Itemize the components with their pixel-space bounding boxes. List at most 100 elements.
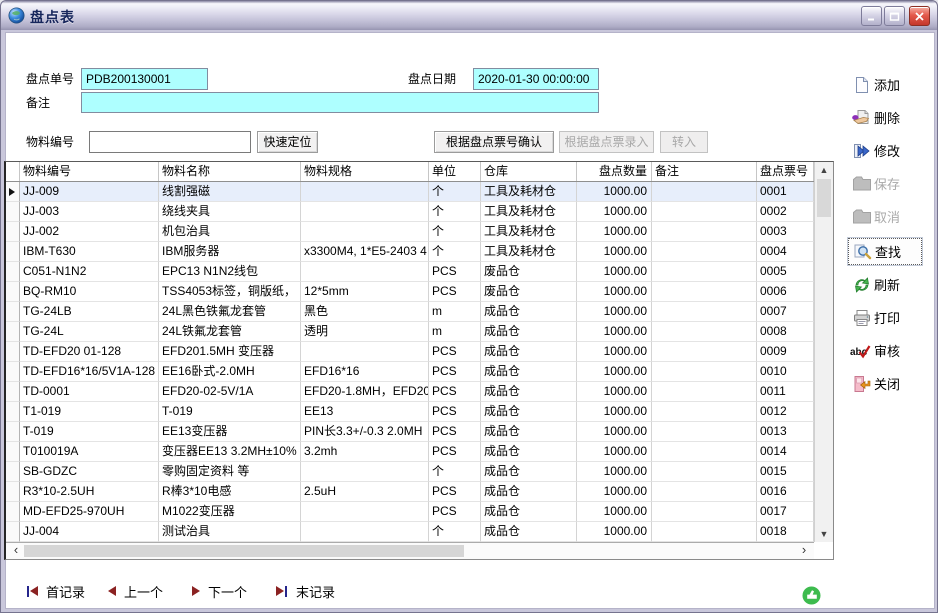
table-cell[interactable]: 1000.00 xyxy=(577,502,652,522)
table-cell[interactable]: EFD20-02-5V/1A xyxy=(159,382,301,402)
table-cell[interactable]: 1000.00 xyxy=(577,242,652,262)
column-header[interactable]: 备注 xyxy=(652,162,757,181)
table-cell[interactable]: 变压器EE13 3.2MH±10% xyxy=(159,442,301,462)
table-cell[interactable] xyxy=(652,182,757,202)
table-row[interactable]: T-019EE13变压器PIN长3.3+/-0.3 2.0MHPCS成品仓100… xyxy=(6,422,833,442)
sidebar-button-print[interactable]: 打印 xyxy=(850,304,924,331)
table-cell[interactable]: 1000.00 xyxy=(577,382,652,402)
table-cell[interactable]: T1-019 xyxy=(20,402,159,422)
table-cell[interactable] xyxy=(652,402,757,422)
table-cell[interactable]: 1000.00 xyxy=(577,322,652,342)
confirm-by-ticket-button[interactable]: 根据盘点票号确认 xyxy=(434,131,554,153)
table-cell[interactable]: PCS xyxy=(429,262,481,282)
table-cell[interactable]: 0007 xyxy=(757,302,814,322)
table-cell[interactable]: R3*10-2.5UH xyxy=(20,482,159,502)
table-cell[interactable]: 个 xyxy=(429,182,481,202)
maximize-button[interactable] xyxy=(884,6,905,26)
table-cell[interactable]: 1000.00 xyxy=(577,182,652,202)
scroll-right-icon[interactable]: › xyxy=(796,543,812,559)
table-cell[interactable]: 0012 xyxy=(757,402,814,422)
table-cell[interactable]: 0011 xyxy=(757,382,814,402)
table-cell[interactable]: 个 xyxy=(429,242,481,262)
column-header[interactable]: 物料规格 xyxy=(301,162,429,181)
table-cell[interactable]: PCS xyxy=(429,482,481,502)
table-cell[interactable]: 成品仓 xyxy=(481,382,577,402)
table-row[interactable]: JJ-009线割强磁个工具及耗材仓1000.000001 xyxy=(6,182,833,202)
table-cell[interactable]: 0004 xyxy=(757,242,814,262)
table-cell[interactable]: JJ-003 xyxy=(20,202,159,222)
table-cell[interactable]: TD-EFD16*16/5V1A-128 xyxy=(20,362,159,382)
table-cell[interactable] xyxy=(652,422,757,442)
table-cell[interactable]: 1000.00 xyxy=(577,262,652,282)
table-row[interactable]: SB-GDZC零购固定资料 等个成品仓1000.000015 xyxy=(6,462,833,482)
table-cell[interactable]: 绕线夹具 xyxy=(159,202,301,222)
table-cell[interactable] xyxy=(652,302,757,322)
table-cell[interactable]: EE13变压器 xyxy=(159,422,301,442)
table-cell[interactable]: 0018 xyxy=(757,522,814,542)
order-no-field[interactable] xyxy=(81,68,208,90)
close-button[interactable] xyxy=(909,6,930,26)
table-cell[interactable]: MD-EFD25-970UH xyxy=(20,502,159,522)
titlebar[interactable]: 盘点表 xyxy=(1,1,937,30)
sidebar-button-audit-check[interactable]: abc审核 xyxy=(850,337,924,364)
table-cell[interactable]: 废品仓 xyxy=(481,282,577,302)
table-cell[interactable]: EFD20-1.8MH，EFD20 xyxy=(301,382,429,402)
table-cell[interactable] xyxy=(301,222,429,242)
table-row[interactable]: TD-EFD16*16/5V1A-128EE16卧式-2.0MHEFD16*16… xyxy=(6,362,833,382)
table-cell[interactable]: 24L铁氟龙套管 xyxy=(159,322,301,342)
table-cell[interactable] xyxy=(301,202,429,222)
table-cell[interactable]: 成品仓 xyxy=(481,502,577,522)
table-cell[interactable]: PCS xyxy=(429,402,481,422)
column-header[interactable]: 仓库 xyxy=(481,162,577,181)
quick-locate-button[interactable]: 快速定位 xyxy=(257,131,318,153)
table-cell[interactable]: TSS4053标签，铜版纸， xyxy=(159,282,301,302)
table-cell[interactable]: 0009 xyxy=(757,342,814,362)
table-cell[interactable]: 1000.00 xyxy=(577,342,652,362)
table-cell[interactable]: EFD16*16 xyxy=(301,362,429,382)
table-cell[interactable]: 成品仓 xyxy=(481,362,577,382)
table-cell[interactable]: PCS xyxy=(429,342,481,362)
table-cell[interactable]: x3300M4, 1*E5-2403 4 xyxy=(301,242,429,262)
table-cell[interactable]: 1000.00 xyxy=(577,202,652,222)
table-cell[interactable]: 0016 xyxy=(757,482,814,502)
column-header[interactable]: 盘点票号 xyxy=(757,162,814,181)
sidebar-button-modify[interactable]: 修改 xyxy=(850,137,924,164)
table-cell[interactable]: T-019 xyxy=(159,402,301,422)
table-cell[interactable]: 成品仓 xyxy=(481,342,577,362)
table-cell[interactable] xyxy=(301,502,429,522)
sidebar-button-refresh[interactable]: 刷新 xyxy=(850,271,924,298)
table-cell[interactable]: 成品仓 xyxy=(481,442,577,462)
table-cell[interactable] xyxy=(652,362,757,382)
table-cell[interactable] xyxy=(301,462,429,482)
table-row[interactable]: T010019A变压器EE13 3.2MH±10%3.2mhPCS成品仓1000… xyxy=(6,442,833,462)
table-cell[interactable]: 成品仓 xyxy=(481,422,577,442)
table-cell[interactable]: PCS xyxy=(429,382,481,402)
table-cell[interactable]: PCS xyxy=(429,442,481,462)
sidebar-button-close-door[interactable]: 关闭 xyxy=(850,370,924,397)
vertical-scroll-thumb[interactable] xyxy=(817,179,831,217)
table-cell[interactable] xyxy=(301,182,429,202)
table-cell[interactable]: 0001 xyxy=(757,182,814,202)
table-cell[interactable]: 1000.00 xyxy=(577,442,652,462)
table-cell[interactable]: 1000.00 xyxy=(577,402,652,422)
table-row[interactable]: C051-N1N2EPC13 N1N2线包PCS废品仓1000.000005 xyxy=(6,262,833,282)
table-cell[interactable]: 0003 xyxy=(757,222,814,242)
scroll-up-icon[interactable]: ▲︎ xyxy=(815,162,833,178)
table-cell[interactable]: TG-24LB xyxy=(20,302,159,322)
table-cell[interactable]: 1000.00 xyxy=(577,302,652,322)
table-cell[interactable]: JJ-009 xyxy=(20,182,159,202)
table-cell[interactable] xyxy=(301,522,429,542)
table-cell[interactable]: 0010 xyxy=(757,362,814,382)
nav-next-record[interactable]: 下一个 xyxy=(192,582,247,600)
date-field[interactable] xyxy=(473,68,599,90)
nav-previous-record[interactable]: 上一个 xyxy=(108,582,163,600)
table-row[interactable]: R3*10-2.5UHR棒3*10电感2.5uHPCS成品仓1000.00001… xyxy=(6,482,833,502)
table-cell[interactable]: 3.2mh xyxy=(301,442,429,462)
table-cell[interactable]: 工具及耗材仓 xyxy=(481,242,577,262)
table-cell[interactable]: 24L黑色铁氟龙套管 xyxy=(159,302,301,322)
remark-field[interactable] xyxy=(81,92,599,113)
table-cell[interactable]: PCS xyxy=(429,422,481,442)
table-cell[interactable]: 1000.00 xyxy=(577,362,652,382)
table-row[interactable]: TD-EFD20 01-128EFD201.5MH 变压器PCS成品仓1000.… xyxy=(6,342,833,362)
table-cell[interactable]: C051-N1N2 xyxy=(20,262,159,282)
